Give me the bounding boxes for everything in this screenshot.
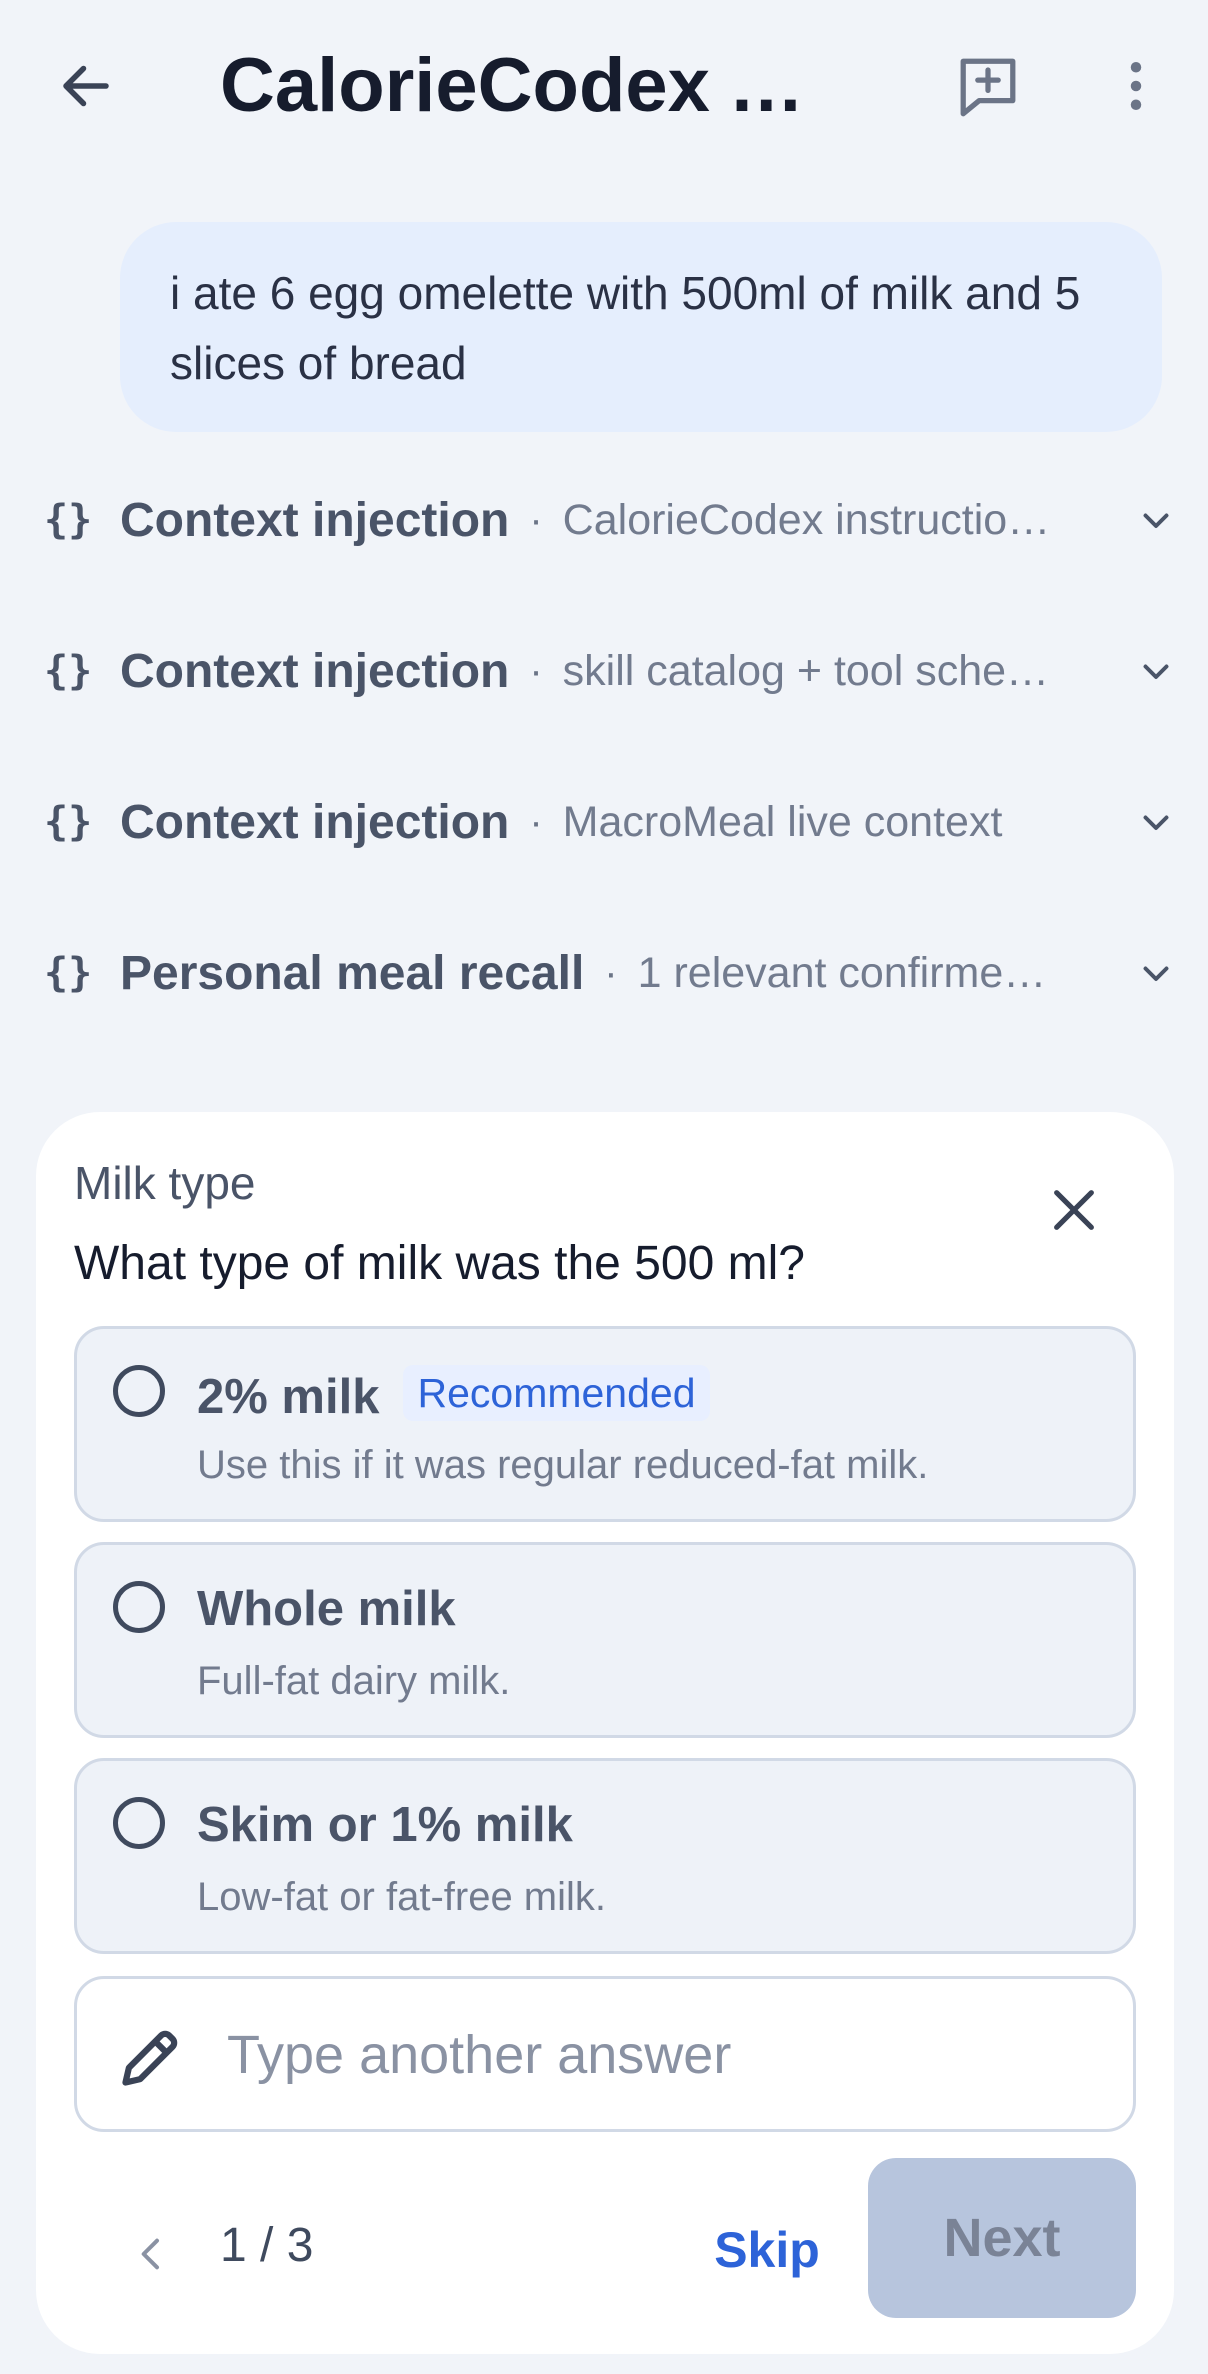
option-whole-milk[interactable]: Whole milk Full-fat dairy milk. bbox=[74, 1542, 1136, 1738]
context-row-title: Context injection bbox=[120, 644, 510, 698]
chevron-down-icon[interactable] bbox=[1114, 502, 1174, 538]
option-title: Skim or 1% milk bbox=[197, 1798, 573, 1852]
context-row-title: Personal meal recall bbox=[120, 946, 585, 1000]
question-pager: 1 / 3 bbox=[220, 2219, 314, 2272]
skip-button[interactable]: Skip bbox=[692, 2204, 842, 2296]
chevron-down-icon[interactable] bbox=[1114, 955, 1174, 991]
custom-answer-input[interactable] bbox=[227, 2007, 1107, 2103]
chevron-down-icon[interactable] bbox=[1114, 804, 1174, 840]
separator-dot: · bbox=[529, 799, 543, 844]
radio-button[interactable] bbox=[113, 1581, 165, 1633]
more-vertical-icon bbox=[1130, 62, 1142, 110]
question-card: Milk type What type of milk was the 500 … bbox=[36, 1112, 1174, 2354]
context-row-subtitle: MacroMeal live context bbox=[562, 797, 1003, 846]
option-2-percent-milk[interactable]: 2% milk Recommended Use this if it was re… bbox=[74, 1326, 1136, 1522]
more-options-button[interactable] bbox=[1094, 44, 1178, 128]
option-description: Low-fat or fat-free milk. bbox=[197, 1875, 607, 1919]
context-row-title: Context injection bbox=[120, 795, 510, 849]
question-text: What type of milk was the 500 ml? bbox=[74, 1237, 805, 1290]
braces-icon: {} bbox=[44, 950, 93, 996]
context-row[interactable]: {} Context injection · MacroMeal live co… bbox=[44, 772, 1174, 872]
page-title: CalorieCodex A… bbox=[220, 43, 840, 128]
context-row-title: Context injection bbox=[120, 493, 510, 547]
chevron-down-icon[interactable] bbox=[1114, 653, 1174, 689]
pencil-icon bbox=[122, 2030, 178, 2086]
question-category: Milk type bbox=[74, 1157, 256, 1209]
option-description: Full-fat dairy milk. bbox=[197, 1659, 511, 1703]
new-chat-icon bbox=[960, 58, 1016, 117]
option-description: Use this if it was regular reduced-fat m… bbox=[197, 1443, 929, 1487]
option-title: 2% milk bbox=[197, 1370, 380, 1424]
back-button[interactable] bbox=[44, 44, 128, 128]
user-message-bubble: i ate 6 egg omelette with 500ml of milk … bbox=[120, 222, 1162, 432]
braces-icon: {} bbox=[44, 497, 93, 543]
context-row[interactable]: {} Context injection · skill catalog + t… bbox=[44, 621, 1174, 721]
context-row-subtitle: skill catalog + tool sche… bbox=[562, 646, 1050, 695]
chevron-left-icon bbox=[141, 2238, 159, 2270]
braces-icon: {} bbox=[44, 799, 93, 845]
arrow-left-icon bbox=[63, 65, 109, 107]
new-chat-button[interactable] bbox=[946, 44, 1030, 128]
braces-icon: {} bbox=[44, 648, 93, 694]
app-header: CalorieCodex A… bbox=[0, 0, 1208, 172]
option-title: Whole milk bbox=[197, 1582, 456, 1636]
radio-button[interactable] bbox=[113, 1797, 165, 1849]
context-row[interactable]: {} Personal meal recall · 1 relevant con… bbox=[44, 923, 1174, 1023]
separator-dot: · bbox=[529, 497, 543, 542]
close-button[interactable] bbox=[1036, 1172, 1112, 1248]
separator-dot: · bbox=[529, 648, 543, 693]
context-row-subtitle: 1 relevant confirme… bbox=[637, 948, 1047, 997]
close-icon bbox=[1054, 1190, 1094, 1230]
option-skim-milk[interactable]: Skim or 1% milk Low-fat or fat-free milk… bbox=[74, 1758, 1136, 1954]
radio-button[interactable] bbox=[113, 1365, 165, 1417]
recommended-badge: Recommended bbox=[403, 1365, 710, 1421]
custom-answer-field[interactable] bbox=[74, 1976, 1136, 2132]
previous-question-button[interactable] bbox=[122, 2224, 182, 2284]
context-row-subtitle: CalorieCodex instructio… bbox=[562, 495, 1051, 544]
separator-dot: · bbox=[604, 950, 618, 995]
next-button[interactable]: Next bbox=[868, 2158, 1136, 2318]
context-row[interactable]: {} Context injection · CalorieCodex inst… bbox=[44, 470, 1174, 570]
